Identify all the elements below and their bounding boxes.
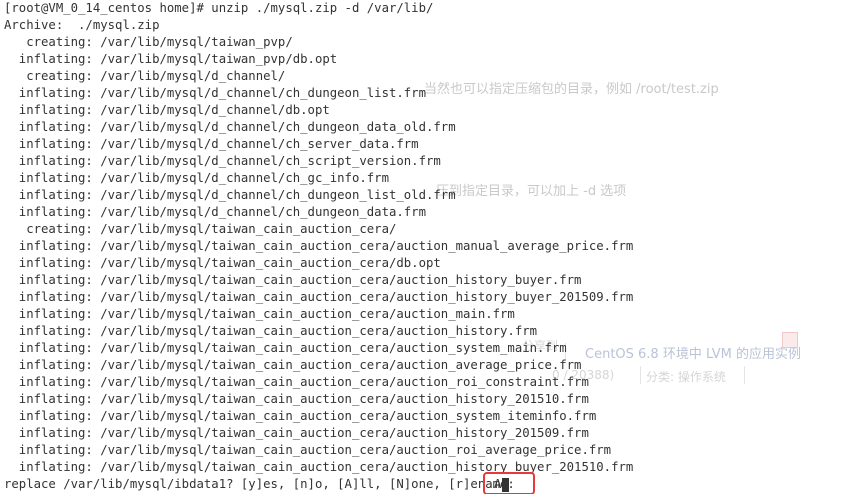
answer-value: A [494,477,502,491]
output-line: creating: /var/lib/mysql/d_channel/ [4,69,286,83]
output-line: inflating: /var/lib/mysql/taiwan_cain_au… [4,426,589,440]
output-line: inflating: /var/lib/mysql/taiwan_cain_au… [4,307,515,321]
output-line: inflating: /var/lib/mysql/taiwan_cain_au… [4,256,441,270]
output-line: inflating: /var/lib/mysql/taiwan_cain_au… [4,375,589,389]
output-line: inflating: /var/lib/mysql/d_channel/ch_d… [4,188,456,202]
output-line: inflating: /var/lib/mysql/d_channel/ch_d… [4,205,426,219]
output-line: inflating: /var/lib/mysql/taiwan_pvp/db.… [4,52,338,66]
answer-input[interactable]: A [494,476,510,493]
output-line: inflating: /var/lib/mysql/d_channel/ch_g… [4,171,389,185]
output-line: Archive: ./mysql.zip [4,18,160,32]
output-line: inflating: /var/lib/mysql/taiwan_cain_au… [4,460,634,474]
output-line: inflating: /var/lib/mysql/taiwan_cain_au… [4,341,567,355]
output-line: inflating: /var/lib/mysql/taiwan_cain_au… [4,239,634,253]
background-category: 分类: 操作系统 [646,370,726,384]
replace-prompt-text: replace /var/lib/mysql/ibdata1? [y]es, [… [4,477,515,491]
command-line: [root@VM_0_14_centos home]# unzip ./mysq… [4,1,434,15]
output-line: inflating: /var/lib/mysql/taiwan_cain_au… [4,409,597,423]
output-line: inflating: /var/lib/mysql/d_channel/ch_d… [4,120,456,134]
output-line: inflating: /var/lib/mysql/taiwan_cain_au… [4,290,634,304]
background-divider-2 [640,366,641,384]
output-line: inflating: /var/lib/mysql/d_channel/db.o… [4,103,330,117]
output-line: inflating: /var/lib/mysql/taiwan_cain_au… [4,443,612,457]
text-cursor [502,477,510,492]
terminal-output: [root@VM_0_14_centos home]# unzip ./mysq… [4,0,633,476]
replace-prompt: replace /var/lib/mysql/ibdata1? [y]es, [… [4,476,515,493]
output-line: inflating: /var/lib/mysql/d_channel/ch_s… [4,154,441,168]
output-line: inflating: /var/lib/mysql/taiwan_cain_au… [4,358,582,372]
output-line: creating: /var/lib/mysql/taiwan_pvp/ [4,35,293,49]
output-line: inflating: /var/lib/mysql/taiwan_cain_au… [4,273,582,287]
output-line: inflating: /var/lib/mysql/d_channel/ch_d… [4,86,426,100]
terminal-window[interactable]: 当然也可以指定压缩包的目录，例如 /root/test.zip 压到指定目录，可… [0,0,847,494]
output-line: inflating: /var/lib/mysql/taiwan_cain_au… [4,392,589,406]
output-line: creating: /var/lib/mysql/taiwan_cain_auc… [4,222,397,236]
output-line: inflating: /var/lib/mysql/d_channel/ch_s… [4,137,419,151]
background-divider-3 [744,366,745,384]
output-line: inflating: /var/lib/mysql/taiwan_cain_au… [4,324,538,338]
